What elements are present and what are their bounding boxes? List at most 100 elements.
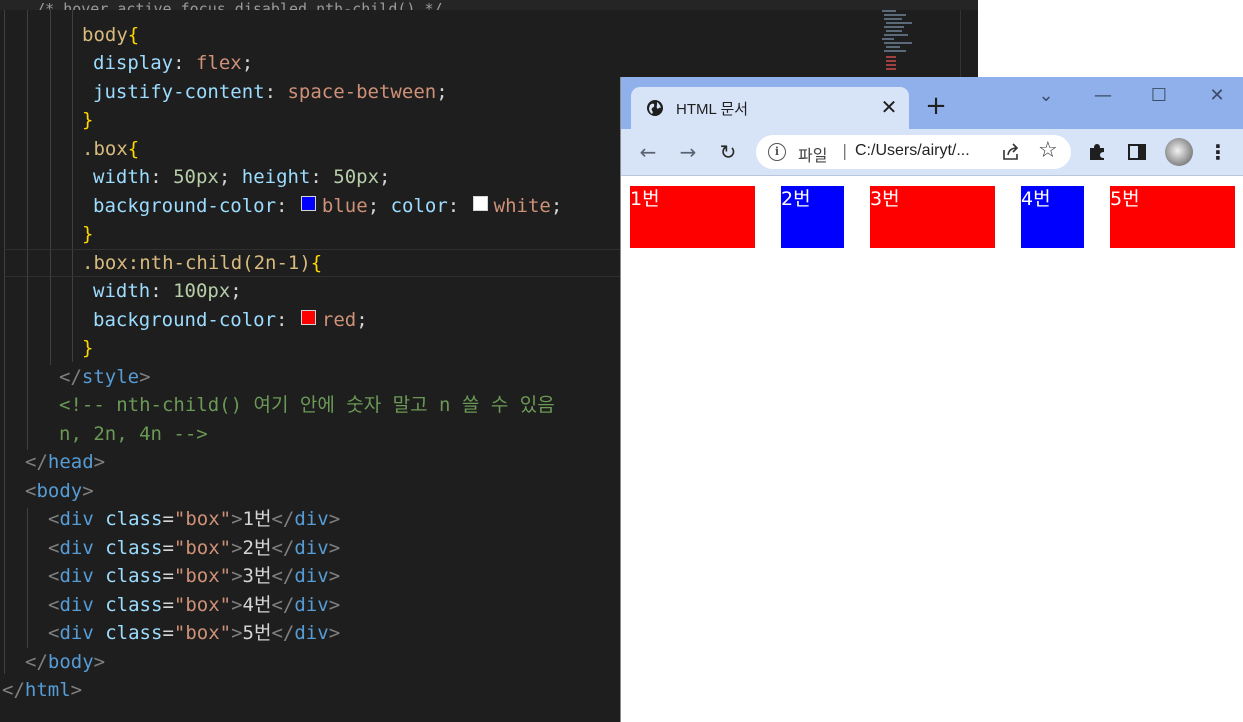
extensions-puzzle-icon[interactable] — [1087, 142, 1107, 162]
div-text: 2번 — [242, 537, 272, 559]
profile-avatar[interactable] — [1165, 138, 1193, 166]
code-line[interactable]: .box:nth-child(2n-1){ — [82, 249, 322, 277]
kebab-menu-icon[interactable]: ⋮ — [1205, 139, 1231, 165]
div-text: 4번 — [242, 594, 272, 616]
browser-toolbar: ← → ↻ i 파일 | C:/Users/airyt/... ☆ ⋮ — [621, 129, 1243, 176]
code-line[interactable]: .box{ — [82, 135, 139, 163]
code-line[interactable]: width: 100px; — [93, 277, 242, 305]
css-selector: body — [82, 24, 128, 46]
minimize-button[interactable]: — — [1083, 85, 1123, 107]
css-value: 50px — [333, 166, 380, 188]
code-line[interactable]: } — [82, 334, 93, 362]
css-value: 50px — [173, 166, 219, 188]
html-tag: body — [47, 651, 94, 673]
info-icon[interactable]: i — [768, 143, 786, 161]
code-line[interactable]: <div class="box">3번</div> — [48, 562, 340, 590]
code-line[interactable]: width: 50px; height: 50px; — [93, 163, 391, 191]
reload-icon[interactable]: ↻ — [715, 139, 741, 165]
attribute-value: "box" — [173, 508, 232, 530]
box-1: 1번 — [630, 186, 755, 248]
url-scheme-label: 파일 — [798, 148, 828, 165]
forward-arrow-icon[interactable]: → — [675, 139, 701, 165]
css-property: color — [390, 195, 448, 217]
brace: } — [82, 223, 94, 245]
box-label: 4번 — [1021, 188, 1051, 210]
browser-tab[interactable]: HTML 문서 ✕ — [631, 87, 909, 129]
html-tag: div — [294, 508, 329, 530]
css-value: 100px — [173, 280, 231, 302]
code-line[interactable]: display: flex; — [93, 49, 253, 77]
html-attribute: class — [105, 565, 163, 587]
css-property: width — [93, 280, 151, 302]
color-swatch-blue[interactable] — [300, 196, 316, 211]
css-property: justify-content — [93, 81, 265, 103]
box-2: 2번 — [781, 186, 844, 248]
css-selector: .box:nth-child(2n-1) — [82, 252, 311, 274]
flex-container: 1번 2번 3번 4번 5번 — [630, 186, 1235, 248]
attribute-value: "box" — [173, 565, 232, 587]
code-line[interactable]: n, 2n, 4n --> — [59, 420, 208, 448]
address-bar[interactable]: i 파일 | C:/Users/airyt/... ☆ — [756, 135, 1071, 169]
maximize-button[interactable]: ☐ — [1139, 85, 1179, 107]
minimap[interactable] — [880, 8, 914, 73]
box-5: 5번 — [1110, 186, 1235, 248]
code-line[interactable]: <div class="box">4번</div> — [48, 591, 340, 619]
page-viewport: 1번 2번 3번 4번 5번 — [621, 176, 1243, 722]
code-line[interactable]: background-color: blue; color: white; — [93, 192, 562, 220]
code-line[interactable]: <div class="box">1번</div> — [48, 505, 340, 533]
code-line[interactable]: <!-- nth-child() 여기 안에 숫자 말고 n 쓸 수 있음 — [59, 391, 555, 419]
code-line[interactable]: justify-content: space-between; — [93, 78, 448, 106]
html-tag: style — [81, 366, 140, 388]
css-property: background-color — [93, 195, 277, 217]
html-comment: n, 2n, 4n --> — [59, 423, 208, 445]
tab-title: HTML 문서 — [676, 101, 749, 118]
html-tag: div — [59, 565, 94, 587]
code-line[interactable]: } — [82, 220, 93, 248]
code-line[interactable]: </head> — [25, 448, 105, 476]
color-swatch-red[interactable] — [300, 310, 316, 325]
css-value: white — [493, 195, 551, 217]
side-panel-icon[interactable] — [1127, 142, 1147, 162]
html-tag: div — [294, 622, 329, 644]
css-property: background-color — [93, 309, 277, 331]
color-swatch-white[interactable] — [472, 196, 488, 211]
div-text: 1번 — [242, 508, 272, 530]
brace: } — [82, 109, 94, 131]
html-comment: <!-- nth-child() 여기 안에 숫자 말고 n 쓸 수 있음 — [59, 394, 555, 416]
brace: { — [127, 24, 140, 46]
browser-titlebar[interactable]: HTML 문서 ✕ + ⌄ — ☐ ✕ — [621, 77, 1243, 129]
box-3: 3번 — [870, 186, 995, 248]
css-property: width — [93, 166, 151, 188]
code-line[interactable]: body{ — [82, 21, 139, 49]
code-line[interactable]: } — [82, 106, 93, 134]
box-label: 1번 — [630, 188, 660, 210]
globe-icon — [647, 100, 663, 116]
code-line[interactable]: </style> — [59, 363, 151, 391]
code-line[interactable]: <div class="box">2번</div> — [48, 534, 340, 562]
close-window-button[interactable]: ✕ — [1197, 85, 1237, 107]
box-label: 5번 — [1110, 188, 1140, 210]
new-tab-button[interactable]: + — [924, 93, 948, 119]
tab-search-button[interactable]: ⌄ — [1026, 85, 1066, 107]
url-text[interactable]: C:/Users/airyt/... — [855, 142, 970, 160]
css-property: display — [93, 52, 174, 74]
html-tag: body — [36, 480, 83, 502]
tab-close-icon[interactable]: ✕ — [879, 97, 899, 117]
code-line[interactable]: background-color: red; — [93, 306, 368, 334]
attribute-value: "box" — [173, 622, 232, 644]
html-attribute: class — [105, 508, 163, 530]
share-icon[interactable] — [1000, 141, 1022, 163]
brace: } — [82, 337, 94, 359]
code-line[interactable]: <body> — [25, 477, 94, 505]
bookmark-star-icon[interactable]: ☆ — [1038, 138, 1058, 163]
code-line[interactable]: </body> — [25, 648, 105, 676]
browser-window: HTML 문서 ✕ + ⌄ — ☐ ✕ ← → ↻ i 파일 | C:/User… — [620, 77, 1243, 722]
brace: { — [310, 252, 323, 274]
code-line[interactable]: </html> — [2, 676, 82, 704]
div-text: 5번 — [242, 622, 272, 644]
box-label: 3번 — [870, 188, 900, 210]
attribute-value: "box" — [173, 594, 232, 616]
code-line[interactable]: <div class="box">5번</div> — [48, 619, 340, 647]
editor-breadcrumb-overflow: /* hover active focus disabled nth-child… — [0, 0, 978, 10]
back-arrow-icon[interactable]: ← — [635, 139, 661, 165]
